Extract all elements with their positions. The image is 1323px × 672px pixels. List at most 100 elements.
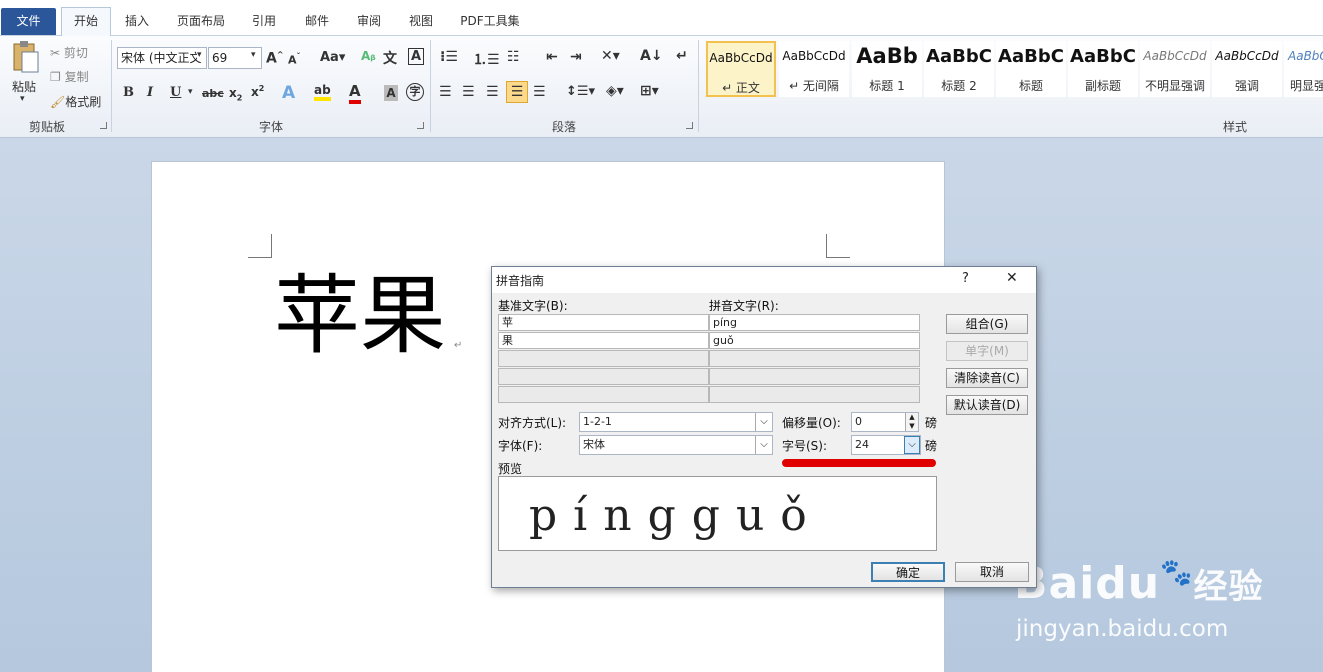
brush-icon: 🖌 xyxy=(50,95,66,109)
style-heading-1[interactable]: AaBb 标题 1 xyxy=(852,41,922,97)
subscript-icon[interactable]: x2 xyxy=(229,86,242,102)
numbering-icon[interactable]: ⒈☰ xyxy=(473,49,500,69)
shrink-font-icon[interactable]: Aˇ xyxy=(288,52,301,67)
align-center-icon[interactable]: ☰ xyxy=(462,84,475,100)
ruby-text-field[interactable]: guǒ xyxy=(709,332,920,349)
font-group-label: 字体 xyxy=(258,120,283,134)
bold-icon[interactable]: B xyxy=(123,85,134,100)
chevron-down-icon[interactable]: ⌵ xyxy=(755,436,772,454)
style-intense-emphasis[interactable]: AaBbCcDd 明显强 xyxy=(1284,41,1323,97)
mono-button[interactable]: 单字(M) xyxy=(946,341,1028,361)
font-name-dropdown-icon[interactable]: ▾ xyxy=(197,50,202,60)
enclose-char-icon[interactable]: 字 xyxy=(406,83,424,101)
size-unit: 磅 xyxy=(925,439,938,453)
tab-insert[interactable]: 插入 xyxy=(116,8,158,34)
font-name-combo[interactable]: 宋体 (中文正文 xyxy=(117,47,207,69)
close-icon[interactable]: ✕ xyxy=(1006,270,1018,286)
tab-pdf-tools[interactable]: PDF工具集 xyxy=(452,8,528,34)
bullets-icon[interactable]: ⁝☰ xyxy=(440,49,458,65)
strikethrough-icon[interactable]: abc xyxy=(202,87,224,100)
grow-font-icon[interactable]: A^ xyxy=(266,50,284,67)
phonetic-guide-icon[interactable]: 文 xyxy=(383,48,397,68)
offset-unit: 磅 xyxy=(925,416,938,430)
chevron-down-icon[interactable]: ⌵ xyxy=(904,436,920,454)
format-painter-button[interactable]: 🖌格式刷 xyxy=(50,93,101,110)
underline-dropdown-icon[interactable]: ▾ xyxy=(188,87,193,97)
font-size-dropdown-icon[interactable]: ▾ xyxy=(251,50,256,60)
font-select[interactable]: 宋体 xyxy=(579,435,773,455)
help-icon[interactable]: ? xyxy=(962,271,969,286)
multilevel-list-icon[interactable]: ☷ xyxy=(507,49,520,65)
borders-icon[interactable]: ⊞▾ xyxy=(640,83,659,99)
italic-icon[interactable]: I xyxy=(147,85,153,100)
chevron-down-icon[interactable]: ⌵ xyxy=(755,413,772,431)
sort-icon[interactable]: A↓ xyxy=(640,48,663,64)
paste-button[interactable]: 粘贴 xyxy=(12,78,36,95)
style-sample: AaBb xyxy=(856,44,918,68)
highlight-icon[interactable]: ab xyxy=(314,83,331,101)
show-marks-icon[interactable]: ↵ xyxy=(676,48,688,64)
dialog-title-bar: 拼音指南 ? ✕ xyxy=(492,267,1036,293)
decrease-indent-icon[interactable]: ⇤ xyxy=(546,49,558,65)
ruby-text-field-empty xyxy=(709,386,920,403)
size-label: 字号(S): xyxy=(782,439,828,453)
font-launcher-icon[interactable] xyxy=(417,122,424,129)
document-text[interactable]: 苹果 xyxy=(274,266,446,366)
alignment-select[interactable]: 1-2-1 xyxy=(579,412,773,432)
preview-ruby: píngguǒ xyxy=(529,491,807,541)
copy-button[interactable]: ❐ 复制 xyxy=(50,68,89,85)
style-heading-2[interactable]: AaBbC 标题 2 xyxy=(924,41,994,97)
tab-view[interactable]: 视图 xyxy=(400,8,442,34)
change-case-icon[interactable]: Aa▾ xyxy=(320,50,345,65)
paste-dropdown-icon[interactable]: ▾ xyxy=(20,94,25,104)
tab-home[interactable]: 开始 xyxy=(61,7,111,37)
style-normal[interactable]: AaBbCcDd ↵ 正文 xyxy=(706,41,776,97)
style-emphasis[interactable]: AaBbCcDd 强调 xyxy=(1212,41,1282,97)
font-color-icon[interactable]: A xyxy=(349,82,361,104)
shading-icon[interactable]: ◈▾ xyxy=(606,83,624,99)
style-name: 标题 2 xyxy=(941,79,977,93)
align-left-icon[interactable]: ☰ xyxy=(439,84,452,100)
line-spacing-icon[interactable]: ↕☰▾ xyxy=(566,84,595,99)
paragraph-launcher-icon[interactable] xyxy=(686,122,693,129)
justify-icon[interactable]: ☰ xyxy=(506,81,528,103)
tab-references[interactable]: 引用 xyxy=(243,8,285,34)
increase-indent-icon[interactable]: ⇥ xyxy=(570,49,582,65)
text-effect-icon[interactable]: A xyxy=(282,83,295,103)
font-label: 字体(F): xyxy=(498,439,543,453)
chinese-layout-icon[interactable]: ✕▾ xyxy=(601,48,620,64)
style-name: 标题 xyxy=(1018,79,1043,93)
tab-file[interactable]: 文件 xyxy=(1,8,56,35)
style-sample: AaBbCcDd xyxy=(782,49,846,63)
spinner-icon[interactable]: ▲ ▼ xyxy=(905,413,918,431)
distributed-icon[interactable]: ☰ xyxy=(533,84,546,100)
paste-icon[interactable] xyxy=(10,40,40,74)
superscript-icon[interactable]: x2 xyxy=(251,84,264,99)
cut-button[interactable]: ✂ 剪切 xyxy=(50,44,88,61)
char-border-icon[interactable]: A xyxy=(408,48,424,65)
align-right-icon[interactable]: ☰ xyxy=(486,84,499,100)
cancel-button[interactable]: 取消 xyxy=(955,562,1029,582)
style-no-spacing[interactable]: AaBbCcDd ↵ 无间隔 xyxy=(779,41,849,97)
base-text-field[interactable]: 果 xyxy=(498,332,709,349)
tab-page-layout[interactable]: 页面布局 xyxy=(170,8,232,34)
dialog-title: 拼音指南 xyxy=(496,274,545,288)
ruby-text-field[interactable]: píng xyxy=(709,314,920,331)
tab-review[interactable]: 审阅 xyxy=(348,8,390,34)
clear-format-icon[interactable]: Aᵦ xyxy=(361,49,376,63)
clear-reading-button[interactable]: 清除读音(C) xyxy=(946,368,1028,388)
style-title[interactable]: AaBbC 标题 xyxy=(996,41,1066,97)
default-reading-button[interactable]: 默认读音(D) xyxy=(946,395,1028,415)
ok-button[interactable]: 确定 xyxy=(871,562,945,582)
underline-icon[interactable]: U xyxy=(170,85,181,100)
preview-letter: í xyxy=(573,490,588,541)
tab-mailings[interactable]: 邮件 xyxy=(296,8,338,34)
style-subtle-emphasis[interactable]: AaBbCcDd 不明显强调 xyxy=(1140,41,1210,97)
clipboard-launcher-icon[interactable] xyxy=(100,122,107,129)
preview-letter: u xyxy=(735,490,765,541)
style-subtitle[interactable]: AaBbC 副标题 xyxy=(1068,41,1138,97)
char-shading-icon[interactable]: A xyxy=(384,85,398,101)
group-button[interactable]: 组合(G) xyxy=(946,314,1028,334)
base-text-field[interactable]: 苹 xyxy=(498,314,709,331)
watermark-brand: Baidu🐾经验 xyxy=(1014,558,1264,609)
